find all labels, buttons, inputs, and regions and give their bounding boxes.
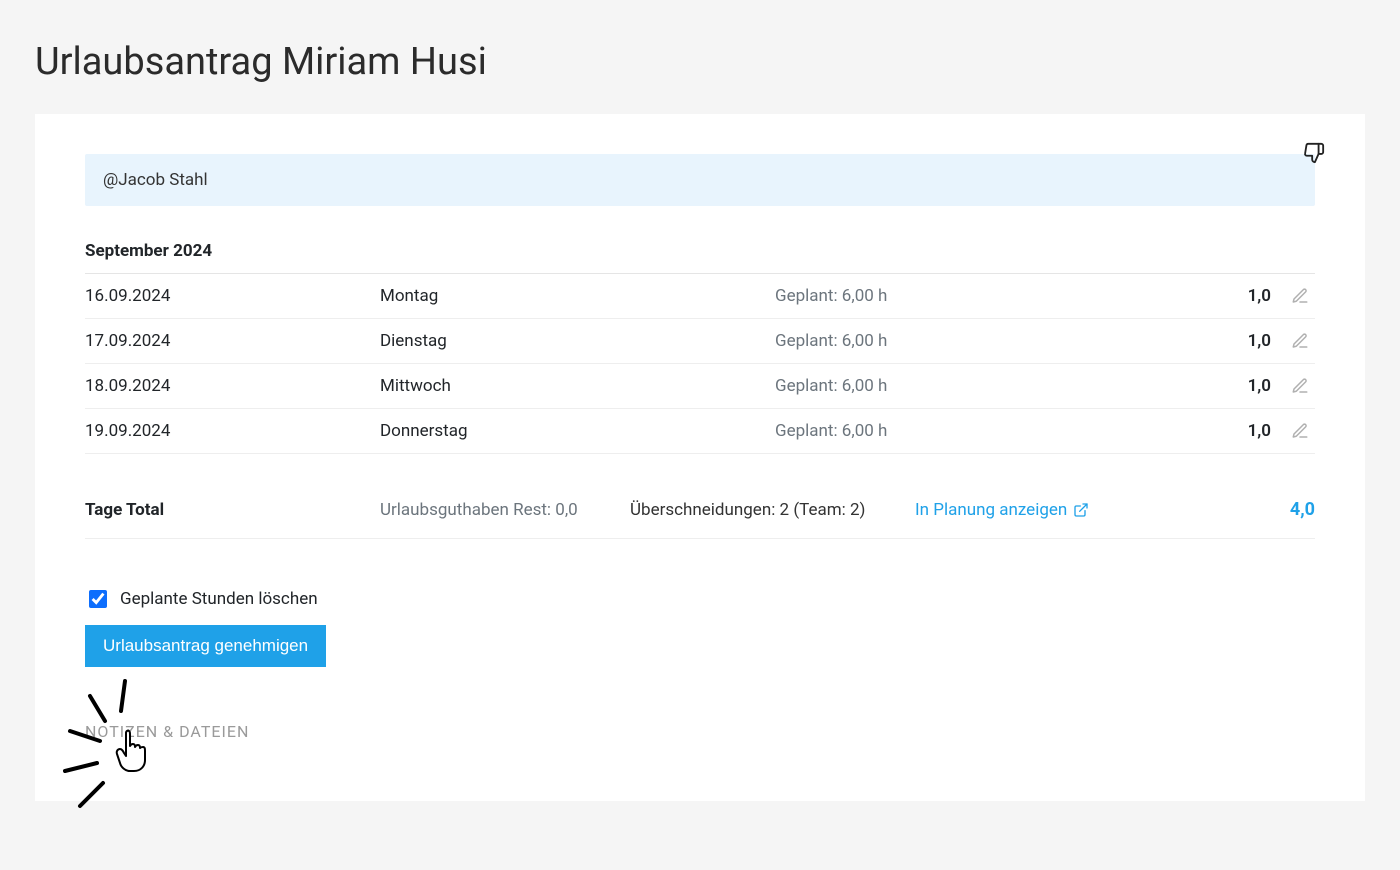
emphasis-marks-decoration: [55, 671, 195, 811]
pencil-icon: [1291, 377, 1309, 395]
row-planned: Geplant: 6,00 h: [775, 421, 1175, 441]
summary-label: Tage Total: [85, 500, 380, 520]
summary-row: Tage Total Urlaubsguthaben Rest: 0,0 Übe…: [85, 454, 1315, 539]
row-amount: 1,0: [1175, 331, 1291, 351]
row-date: 16.09.2024: [85, 286, 380, 306]
row-amount: 1,0: [1175, 376, 1291, 396]
row-amount: 1,0: [1175, 421, 1291, 441]
table-row: 16.09.2024MontagGeplant: 6,00 h1,0: [85, 274, 1315, 319]
row-date: 19.09.2024: [85, 421, 380, 441]
edit-row-button[interactable]: [1291, 377, 1315, 395]
table-row: 17.09.2024DienstagGeplant: 6,00 h1,0: [85, 319, 1315, 364]
edit-row-button[interactable]: [1291, 287, 1315, 305]
row-planned: Geplant: 6,00 h: [775, 376, 1175, 396]
edit-row-button[interactable]: [1291, 332, 1315, 350]
row-day: Montag: [380, 286, 775, 306]
row-day: Mittwoch: [380, 376, 775, 396]
approve-button[interactable]: Urlaubsantrag genehmigen: [85, 625, 326, 667]
summary-rest: Urlaubsguthaben Rest: 0,0: [380, 500, 630, 520]
table-row: 19.09.2024DonnerstagGeplant: 6,00 h1,0: [85, 409, 1315, 454]
vacation-request-card: @Jacob Stahl September 2024 16.09.2024Mo…: [35, 114, 1365, 801]
thumbs-down-icon: [1303, 142, 1325, 164]
show-in-planning-label: In Planung anzeigen: [915, 500, 1067, 520]
row-day: Dienstag: [380, 331, 775, 351]
edit-row-button[interactable]: [1291, 422, 1315, 440]
summary-total: 4,0: [1165, 499, 1315, 520]
delete-planned-hours-row[interactable]: Geplante Stunden löschen: [85, 587, 1315, 611]
row-planned: Geplant: 6,00 h: [775, 286, 1175, 306]
reject-button[interactable]: [1303, 142, 1325, 164]
pencil-icon: [1291, 287, 1309, 305]
month-header: September 2024: [85, 231, 1315, 274]
row-planned: Geplant: 6,00 h: [775, 331, 1175, 351]
pencil-icon: [1291, 332, 1309, 350]
mention-bar[interactable]: @Jacob Stahl: [85, 154, 1315, 206]
show-in-planning-link[interactable]: In Planung anzeigen: [915, 500, 1165, 520]
row-amount: 1,0: [1175, 286, 1291, 306]
row-date: 17.09.2024: [85, 331, 380, 351]
delete-planned-hours-checkbox[interactable]: [89, 590, 107, 608]
external-link-icon: [1073, 502, 1089, 518]
table-row: 18.09.2024MittwochGeplant: 6,00 h1,0: [85, 364, 1315, 409]
row-date: 18.09.2024: [85, 376, 380, 396]
row-day: Donnerstag: [380, 421, 775, 441]
summary-overlaps: Überschneidungen: 2 (Team: 2): [630, 500, 915, 520]
pencil-icon: [1291, 422, 1309, 440]
page-title: Urlaubsantrag Miriam Husi: [35, 40, 1365, 84]
notes-files-heading: NOTIZEN & DATEIEN: [85, 722, 1315, 741]
delete-planned-hours-label: Geplante Stunden löschen: [120, 589, 318, 609]
